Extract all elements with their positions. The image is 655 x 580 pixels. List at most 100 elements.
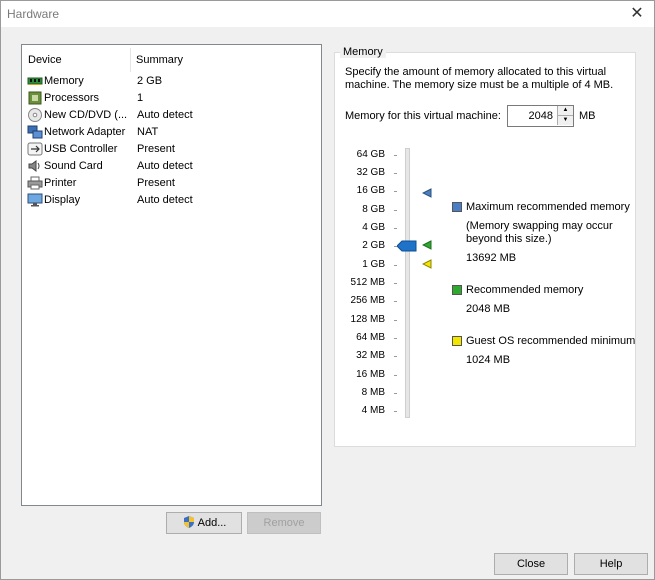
device-name: Network Adapter (44, 126, 126, 138)
guest-min-value: 1024 MB (466, 354, 511, 366)
device-summary: Present (137, 143, 175, 155)
scale-label: 8 GB (362, 204, 385, 215)
scale-tick (394, 411, 397, 412)
guest-min-label: Guest OS recommended minimum (466, 335, 636, 347)
device-list: Device Summary Memory 2 GB Processors 1 (21, 44, 322, 506)
scale-tick (394, 210, 397, 211)
scale-label: 32 MB (356, 350, 385, 361)
memory-group-title: Memory (340, 46, 386, 58)
scale-tick (394, 338, 397, 339)
recommended-value: 2048 MB (466, 303, 511, 315)
memory-description: Specify the amount of memory allocated t… (345, 66, 614, 91)
memory-unit: MB (579, 110, 596, 122)
scale-label: 16 MB (356, 369, 385, 380)
device-name: New CD/DVD (... (44, 109, 128, 121)
max-recommended-swatch (452, 202, 462, 212)
device-name: Processors (44, 92, 100, 104)
guest-min-marker-icon (422, 259, 432, 269)
window-title: Hardware (7, 7, 60, 21)
close-button[interactable]: Close (494, 553, 568, 575)
max-recommended-label: Maximum recommended memory (466, 201, 630, 213)
add-button-label: Add... (197, 517, 227, 529)
memory-group: Specify the amount of memory allocated t… (334, 52, 636, 447)
cd-dvd-icon (28, 108, 42, 122)
close-icon[interactable]: ✕ (628, 5, 646, 23)
scale-label: 128 MB (350, 314, 385, 325)
scale-tick (394, 393, 397, 394)
device-row-display[interactable]: Display Auto detect (22, 192, 321, 209)
max-recommended-marker-icon (422, 188, 432, 198)
device-row-cd-dvd[interactable]: New CD/DVD (... Auto detect (22, 107, 321, 124)
device-name: Memory (44, 75, 84, 87)
device-row-usb-controller[interactable]: USB Controller Present (22, 141, 321, 158)
scale-label: 4 MB (361, 405, 385, 416)
spin-up-icon[interactable]: ▲ (557, 106, 573, 116)
guest-min-swatch (452, 336, 462, 346)
device-summary: NAT (137, 126, 159, 138)
scale-tick (394, 356, 397, 357)
scale-label: 2 GB (362, 240, 385, 251)
scale-tick (394, 301, 397, 302)
max-recommended-note: (Memory swapping may occur beyond this s… (466, 220, 613, 245)
device-summary: Auto detect (137, 194, 193, 206)
scale-tick (394, 320, 397, 321)
column-header-device[interactable]: Device (28, 54, 62, 66)
column-header-summary[interactable]: Summary (136, 54, 183, 66)
memory-slider-track[interactable] (405, 148, 410, 418)
printer-icon (27, 176, 43, 190)
device-row-sound-card[interactable]: Sound Card Auto detect (22, 158, 321, 175)
memory-scale: 64 GB 32 GB 16 GB 8 GB 4 GB 2 GB 1 GB 51… (335, 53, 385, 446)
device-name: Printer (44, 177, 77, 189)
scale-label: 256 MB (350, 295, 385, 306)
scale-tick (394, 228, 397, 229)
hardware-dialog: Hardware ✕ Device Summary Memory 2 GB Pr… (0, 0, 655, 580)
scale-tick (394, 173, 397, 174)
device-summary: 1 (137, 92, 144, 104)
device-row-network-adapter[interactable]: Network Adapter NAT (22, 124, 321, 141)
scale-tick (394, 375, 397, 376)
scale-label: 32 GB (356, 167, 385, 178)
sound-card-icon (28, 160, 40, 172)
column-separator[interactable] (130, 48, 131, 72)
title-bar: Hardware ✕ (1, 1, 654, 27)
device-summary: Auto detect (137, 109, 193, 121)
scale-tick (394, 155, 397, 156)
scale-label: 1 GB (362, 259, 385, 270)
device-row-printer[interactable]: Printer Present (22, 175, 321, 192)
scale-label: 4 GB (362, 222, 385, 233)
display-icon (27, 193, 43, 207)
spin-down-icon[interactable]: ▼ (557, 116, 573, 125)
device-name: Display (44, 194, 81, 206)
memory-size-stepper[interactable]: 2048 ▲ ▼ (507, 105, 574, 127)
help-button[interactable]: Help (574, 553, 648, 575)
processor-icon (28, 91, 42, 105)
scale-tick (394, 265, 397, 266)
max-recommended-value: 13692 MB (466, 252, 517, 264)
shield-icon (183, 516, 194, 528)
device-name: Sound Card (44, 160, 103, 172)
remove-button[interactable]: Remove (247, 512, 321, 534)
scale-tick (394, 283, 397, 284)
memory-size-input[interactable]: 2048 (529, 110, 553, 122)
scale-tick (394, 191, 397, 192)
recommended-marker-icon (422, 240, 432, 250)
scale-label: 512 MB (350, 277, 385, 288)
device-row-memory[interactable]: Memory 2 GB (22, 73, 321, 90)
network-adapter-icon (27, 125, 43, 139)
device-summary: 2 GB (137, 75, 163, 87)
add-button[interactable]: Add... (166, 512, 242, 534)
recommended-swatch (452, 285, 462, 295)
scale-label: 64 GB (356, 149, 385, 160)
recommended-label: Recommended memory (466, 284, 584, 296)
usb-icon (27, 142, 43, 156)
scale-label: 16 GB (356, 185, 385, 196)
device-name: USB Controller (44, 143, 118, 155)
scale-label: 64 MB (356, 332, 385, 343)
memory-slider-thumb[interactable] (397, 240, 417, 252)
scale-label: 8 MB (361, 387, 385, 398)
device-list-header: Device Summary (22, 45, 321, 73)
device-summary: Auto detect (137, 160, 193, 172)
device-row-processors[interactable]: Processors 1 (22, 90, 321, 107)
memory-icon (27, 77, 43, 85)
device-summary: Present (137, 177, 175, 189)
